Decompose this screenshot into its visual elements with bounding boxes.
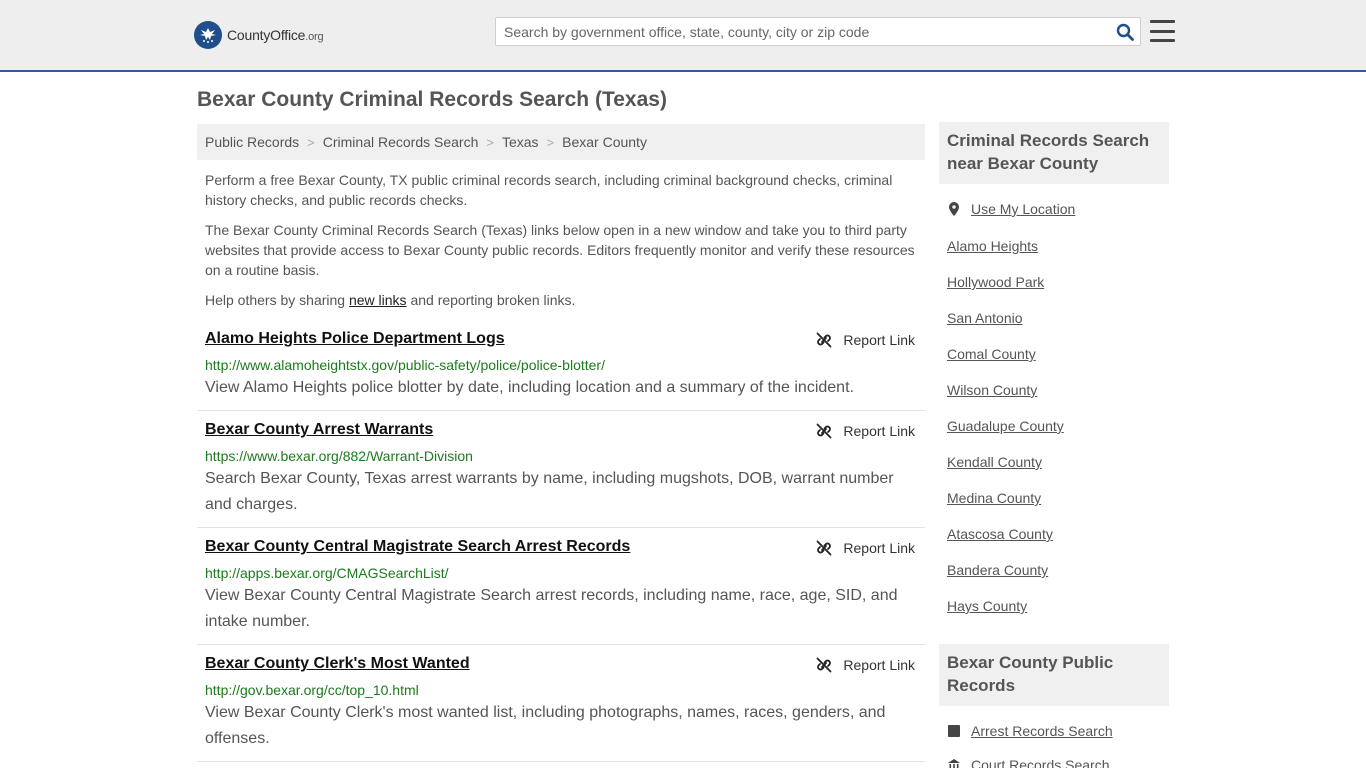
eagle-seal-icon	[194, 21, 222, 49]
result-url: https://www.bexar.org/882/Warrant-Divisi…	[205, 448, 473, 464]
report-link-button[interactable]: Report Link	[816, 332, 915, 348]
intro-paragraph-1: Perform a free Bexar County, TX public c…	[205, 172, 893, 208]
search-input[interactable]	[496, 18, 1106, 45]
result-title-link[interactable]: Bexar County Arrest Warrants	[205, 421, 433, 439]
broken-link-icon	[817, 332, 832, 348]
nearby-link-bandera-county[interactable]: Bandera County	[947, 562, 1048, 578]
nearby-link-san-antonio[interactable]: San Antonio	[947, 310, 1023, 326]
logo-tld: .org	[305, 31, 324, 43]
breadcrumb-public-records[interactable]: Public Records	[205, 134, 299, 150]
search-button[interactable]	[1114, 21, 1136, 43]
report-link-label: Report Link	[843, 332, 915, 348]
result-description: View Bexar County Central Magistrate Sea…	[205, 587, 898, 630]
result-title-link[interactable]: Bexar County Central Magistrate Search A…	[205, 538, 630, 556]
result-url: http://apps.bexar.org/CMAGSearchList/	[205, 565, 449, 581]
nearby-link-hays-county[interactable]: Hays County	[947, 598, 1027, 614]
nearby-link-comal-county[interactable]: Comal County	[947, 346, 1036, 362]
location-pin-icon	[949, 202, 959, 216]
logo-text: CountyOffice.org	[227, 27, 324, 43]
arrest-records-search-label: Arrest Records Search	[971, 723, 1113, 739]
intro-paragraph-2: The Bexar County Criminal Records Search…	[205, 222, 915, 278]
intro-text: Help others by sharing	[205, 292, 349, 308]
result-item: Bexar County Central Magistrate Search A…	[197, 538, 925, 645]
courthouse-icon	[948, 759, 960, 768]
result-item: Bexar County Arrest Warrants Report Link…	[197, 421, 925, 528]
court-records-search-label: Court Records Search	[971, 757, 1110, 768]
report-link-button[interactable]: Report Link	[816, 423, 915, 439]
square-icon	[948, 725, 960, 737]
report-link-button[interactable]: Report Link	[816, 540, 915, 556]
result-title-link[interactable]: Alamo Heights Police Department Logs	[205, 330, 505, 348]
breadcrumb-separator: >	[546, 134, 555, 150]
sidebar-public-records-heading: Bexar County Public Records	[939, 644, 1169, 706]
nearby-link-wilson-county[interactable]: Wilson County	[947, 382, 1037, 398]
result-description: View Bexar County Clerk's most wanted li…	[205, 704, 886, 747]
breadcrumb: Public Records > Criminal Records Search…	[197, 124, 925, 160]
new-links-link[interactable]: new links	[349, 292, 407, 308]
report-link-label: Report Link	[843, 423, 915, 439]
site-header: CountyOffice.org	[0, 0, 1366, 72]
nearby-link-guadalupe-county[interactable]: Guadalupe County	[947, 418, 1064, 434]
page-title: Bexar County Criminal Records Search (Te…	[197, 88, 667, 111]
result-description: View Alamo Heights police blotter by dat…	[205, 379, 854, 396]
result-description: Search Bexar County, Texas arrest warran…	[205, 470, 894, 513]
breadcrumb-separator: >	[307, 134, 315, 150]
breadcrumb-criminal-records-search[interactable]: Criminal Records Search	[323, 134, 479, 150]
intro-paragraph-3: Help others by sharing new links and rep…	[205, 290, 920, 310]
sidebar-nearby-heading: Criminal Records Search near Bexar Count…	[939, 122, 1169, 184]
nearby-link-atascosa-county[interactable]: Atascosa County	[947, 526, 1053, 542]
search-box	[495, 17, 1141, 46]
nearby-link-hollywood-park[interactable]: Hollywood Park	[947, 274, 1044, 290]
breadcrumb-separator: >	[486, 134, 494, 150]
broken-link-icon	[817, 540, 832, 556]
result-item: Bexar County Clerk's Most Wanted Report …	[197, 655, 925, 762]
result-url: http://gov.bexar.org/cc/top_10.html	[205, 682, 419, 698]
result-item: Alamo Heights Police Department Logs Rep…	[197, 330, 925, 411]
report-link-button[interactable]: Report Link	[816, 657, 915, 673]
site-logo[interactable]: CountyOffice.org	[194, 20, 324, 50]
court-records-search-link[interactable]: Court Records Search	[947, 757, 1110, 768]
logo-name: CountyOffice	[227, 27, 306, 43]
use-my-location-label: Use My Location	[971, 201, 1076, 217]
nearby-link-medina-county[interactable]: Medina County	[947, 490, 1041, 506]
result-url: http://www.alamoheightstx.gov/public-saf…	[205, 357, 605, 373]
breadcrumb-texas[interactable]: Texas	[502, 134, 539, 150]
use-my-location-link[interactable]: Use My Location	[947, 201, 1075, 217]
hamburger-menu-icon[interactable]	[1150, 18, 1176, 44]
result-title-link[interactable]: Bexar County Clerk's Most Wanted	[205, 655, 470, 673]
broken-link-icon	[817, 423, 832, 439]
broken-link-icon	[817, 657, 832, 673]
breadcrumb-bexar-county[interactable]: Bexar County	[562, 134, 647, 150]
arrest-records-search-link[interactable]: Arrest Records Search	[947, 723, 1113, 739]
nearby-link-kendall-county[interactable]: Kendall County	[947, 454, 1042, 470]
report-link-label: Report Link	[843, 657, 915, 673]
nearby-link-alamo-heights[interactable]: Alamo Heights	[947, 238, 1038, 254]
report-link-label: Report Link	[843, 540, 915, 556]
search-icon	[1116, 23, 1134, 41]
intro-text: and reporting broken links.	[406, 292, 576, 308]
